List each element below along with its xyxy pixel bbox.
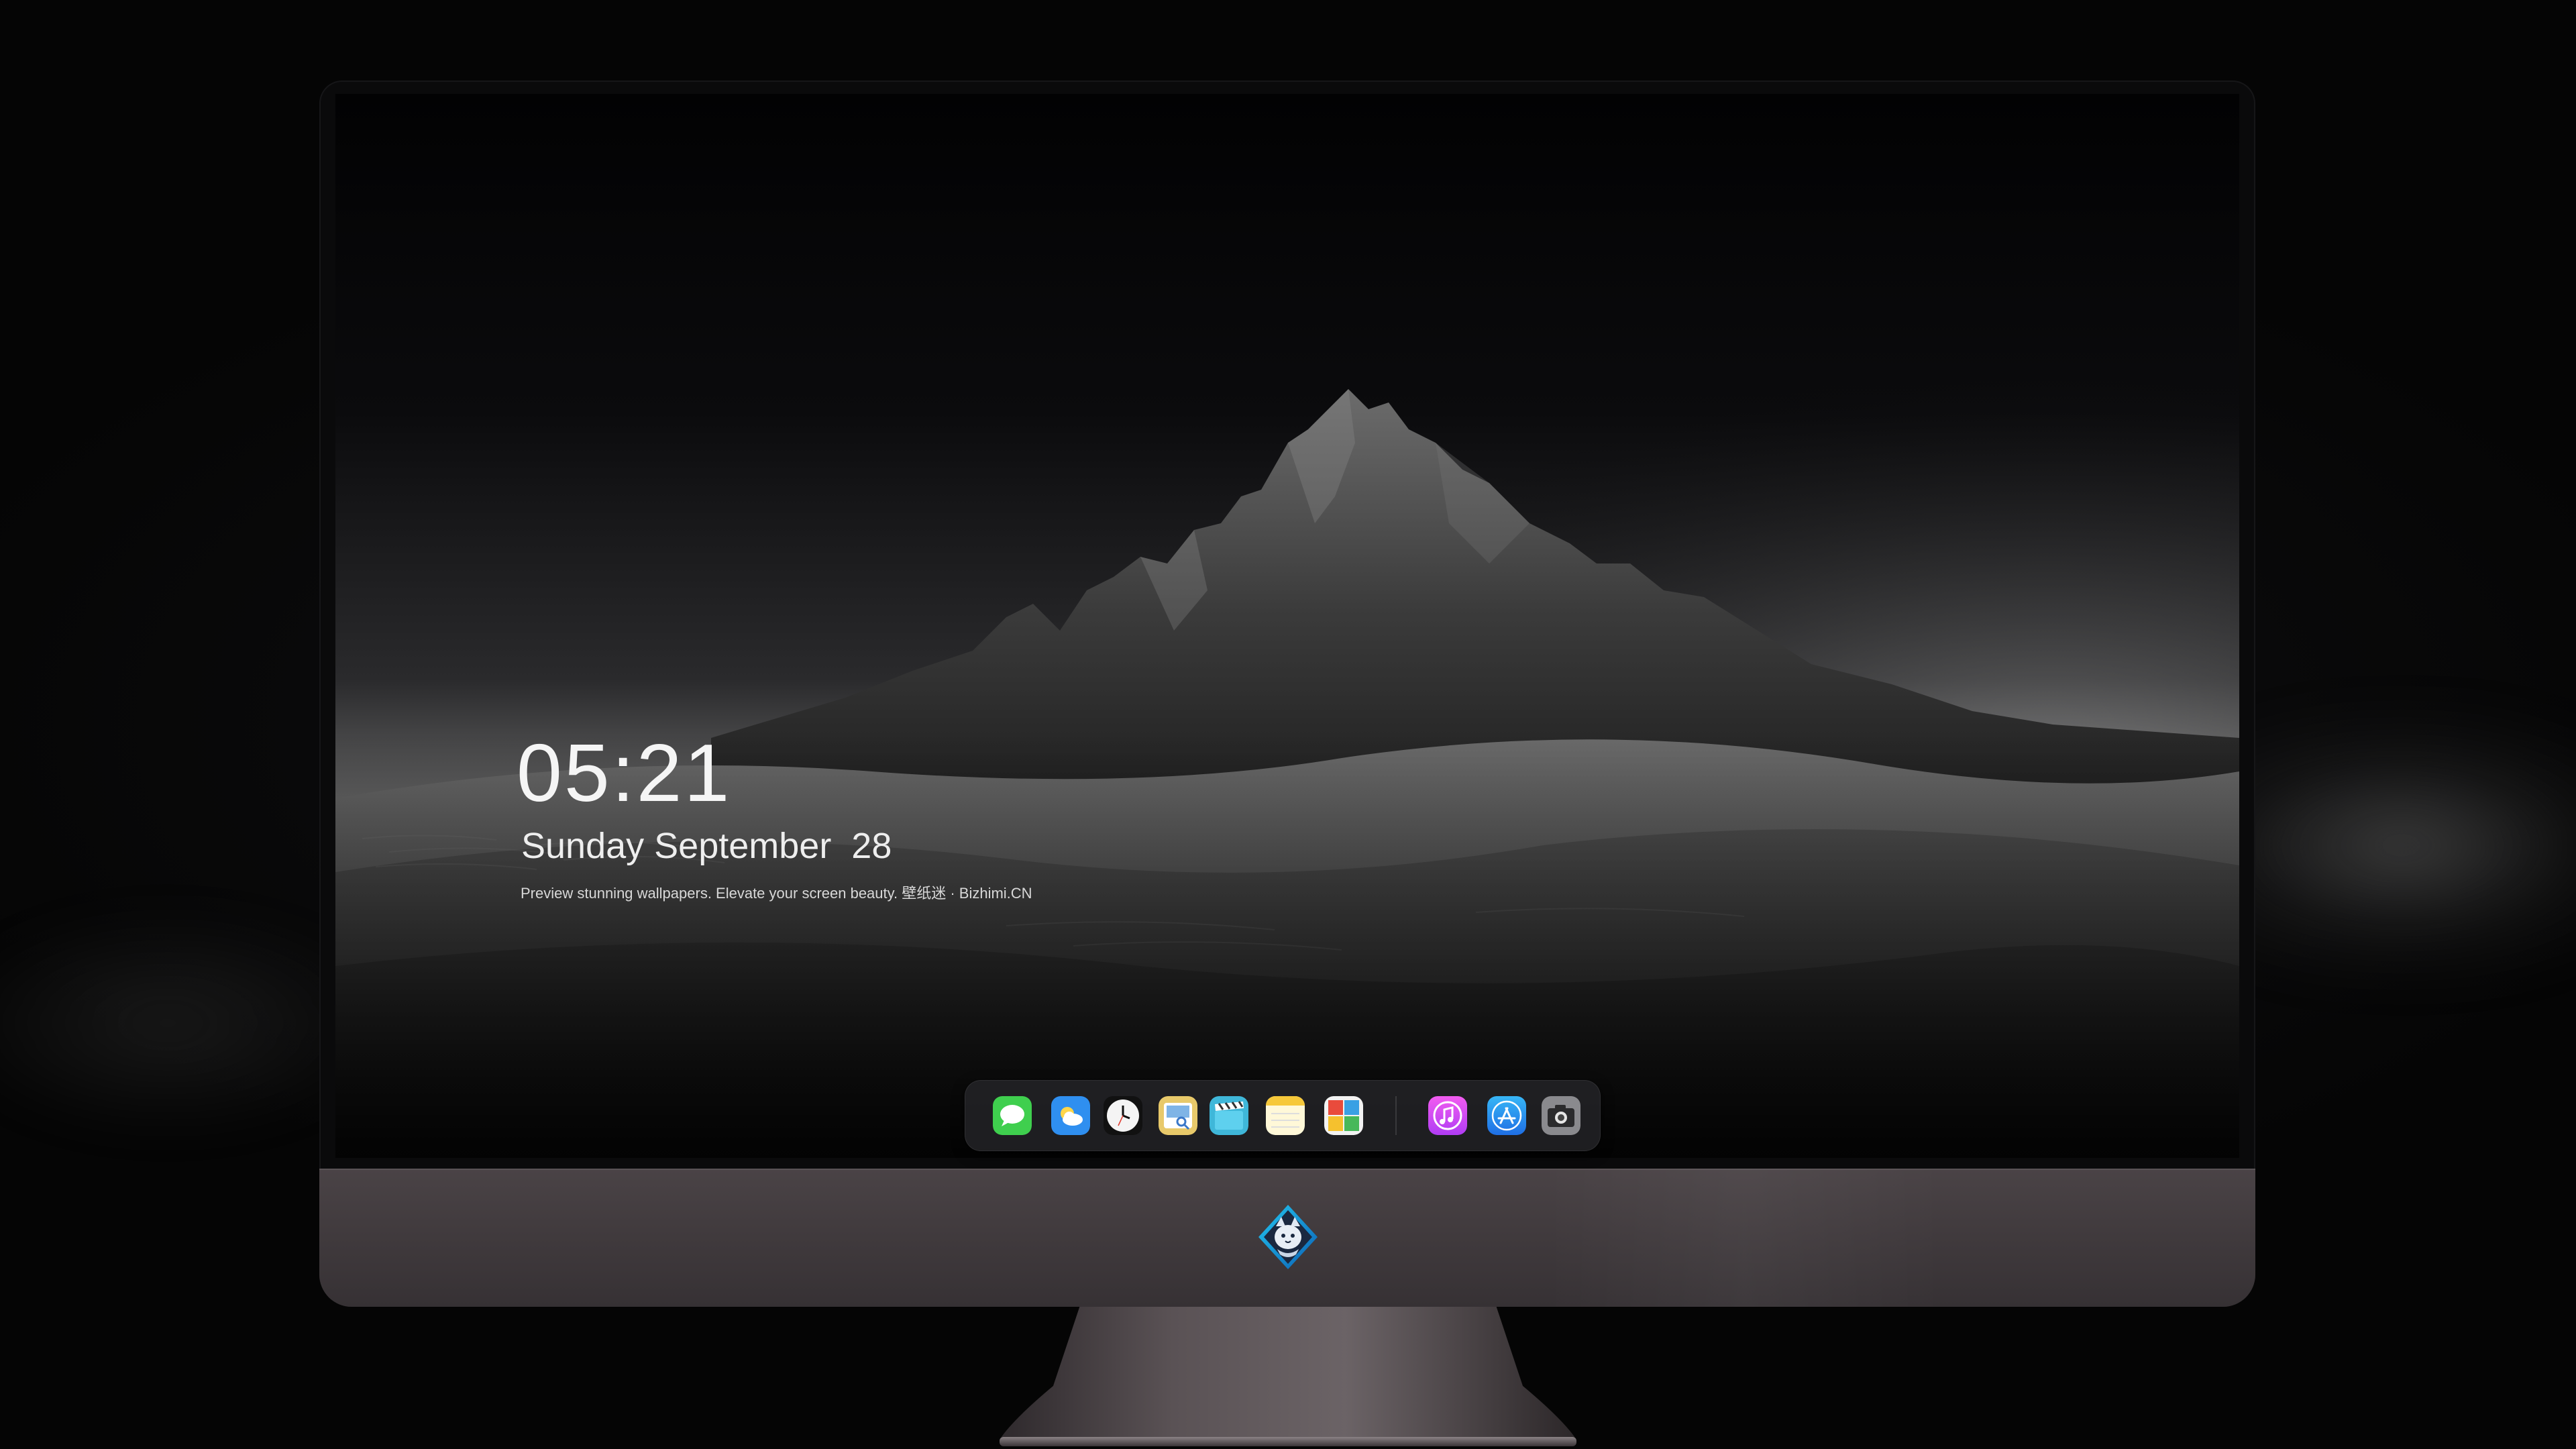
photo-booth-icon[interactable] (1324, 1096, 1363, 1135)
notes-icon[interactable] (1266, 1096, 1305, 1135)
app-store-icon[interactable] (1487, 1096, 1526, 1135)
dock-divider (1395, 1096, 1397, 1135)
monitor-stand (1000, 1305, 1576, 1446)
desert-mountain-wallpaper (335, 94, 2239, 1158)
lock-screen-date: Sunday September 28 (521, 826, 892, 866)
clock-icon[interactable] (1104, 1096, 1142, 1135)
camera-icon[interactable] (1542, 1096, 1580, 1135)
preview-icon[interactable] (1159, 1096, 1197, 1135)
weather-icon[interactable] (1051, 1096, 1090, 1135)
lock-screen-clock: 05:21 (517, 727, 732, 818)
desktop-screen (335, 94, 2239, 1158)
wallpaper-caption: Preview stunning wallpapers. Elevate you… (521, 885, 1032, 902)
music-icon[interactable] (1428, 1096, 1467, 1135)
scene: 05:21 Sunday September 28 Preview stunni… (0, 0, 2576, 1449)
fox-badge-logo (1258, 1205, 1318, 1269)
clapperboard-icon[interactable] (1210, 1096, 1248, 1135)
ambient-glow (2214, 704, 2576, 986)
messages-icon[interactable] (993, 1096, 1032, 1135)
chin-sheen (1543, 1169, 1945, 1307)
